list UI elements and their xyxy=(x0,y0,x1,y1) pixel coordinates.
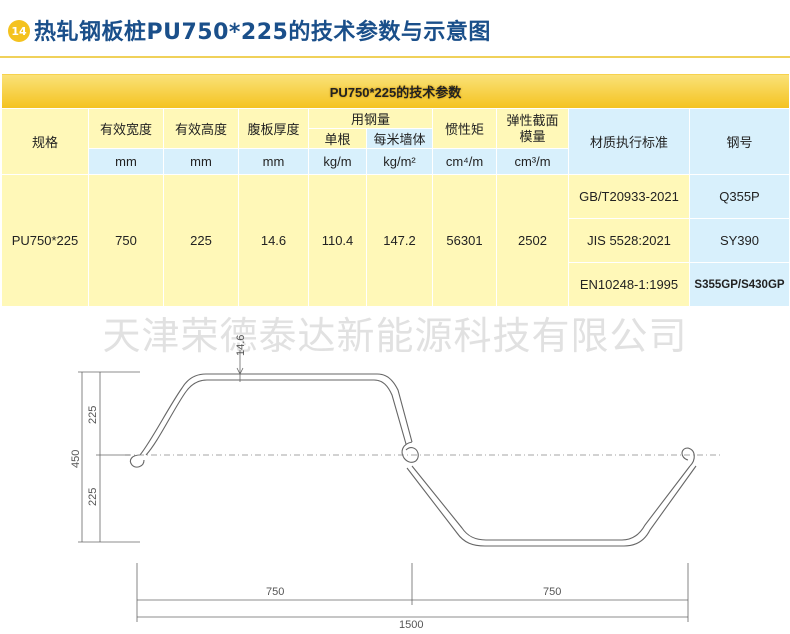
header-steel-grade: 钢号 xyxy=(689,108,790,175)
header-web-thickness: 腹板厚度 xyxy=(238,108,309,149)
right-width-label: 750 xyxy=(543,586,561,598)
cell-grade-1: Q355P xyxy=(689,174,790,219)
unit-web: mm xyxy=(238,148,309,175)
cell-modulus: 2502 xyxy=(496,174,569,307)
cell-inertia: 56301 xyxy=(432,174,497,307)
sheet-pile-drawing: 14.6 225 450 225 750 750 1500 xyxy=(70,335,720,630)
total-height-label: 450 xyxy=(70,450,82,468)
header-spec: 规格 xyxy=(1,108,89,175)
header-steel-usage: 用钢量 xyxy=(308,108,433,129)
unit-width: mm xyxy=(88,148,164,175)
title-underline xyxy=(0,56,790,58)
header-section-modulus: 弹性截面模量 xyxy=(496,108,569,149)
header-width: 有效宽度 xyxy=(88,108,164,149)
unit-modulus: cm³/m xyxy=(496,148,569,175)
cell-standard-2: JIS 5528:2021 xyxy=(568,218,690,263)
upper-height-label: 225 xyxy=(87,406,99,424)
unit-per-m2: kg/m² xyxy=(366,148,433,175)
header-material-standard: 材质执行标准 xyxy=(568,108,690,175)
header-single: 单根 xyxy=(308,128,367,149)
table-banner: PU750*225的技术参数 xyxy=(1,73,790,109)
header-per-m2: 每米墙体 xyxy=(366,128,433,149)
cell-height: 225 xyxy=(163,174,239,307)
header-height: 有效高度 xyxy=(163,108,239,149)
width-dimensions xyxy=(136,563,689,622)
cell-web: 14.6 xyxy=(238,174,309,307)
cell-per-m2: 147.2 xyxy=(366,174,433,307)
cell-standard-1: GB/T20933-2021 xyxy=(568,174,690,219)
unit-inertia: cm⁴/m xyxy=(432,148,497,175)
thickness-dimension: 14.6 xyxy=(235,335,247,382)
spec-table: PU750*225的技术参数 规格 有效宽度 有效高度 腹板厚度 用钢量 惯性矩… xyxy=(1,73,790,307)
sheet-pile-profile xyxy=(129,373,697,547)
page-title: 热轧钢板桩PU750*225的技术参数与示意图 xyxy=(34,20,491,45)
height-dimensions xyxy=(78,371,140,543)
header: 14 热轧钢板桩PU750*225的技术参数与示意图 xyxy=(0,0,790,62)
cell-single: 110.4 xyxy=(308,174,367,307)
cell-grade-3: S355GP/S430GP xyxy=(689,262,790,307)
thickness-label: 14.6 xyxy=(235,335,247,356)
total-width-label: 1500 xyxy=(399,619,423,630)
cell-grade-2: SY390 xyxy=(689,218,790,263)
section-number-badge: 14 xyxy=(8,20,30,42)
unit-height: mm xyxy=(163,148,239,175)
cell-spec: PU750*225 xyxy=(1,174,89,307)
left-width-label: 750 xyxy=(266,586,284,598)
lower-height-label: 225 xyxy=(87,488,99,506)
header-inertia: 惯性矩 xyxy=(432,108,497,149)
unit-single: kg/m xyxy=(308,148,367,175)
cell-width: 750 xyxy=(88,174,164,307)
cell-standard-3: EN10248-1:1995 xyxy=(568,262,690,307)
